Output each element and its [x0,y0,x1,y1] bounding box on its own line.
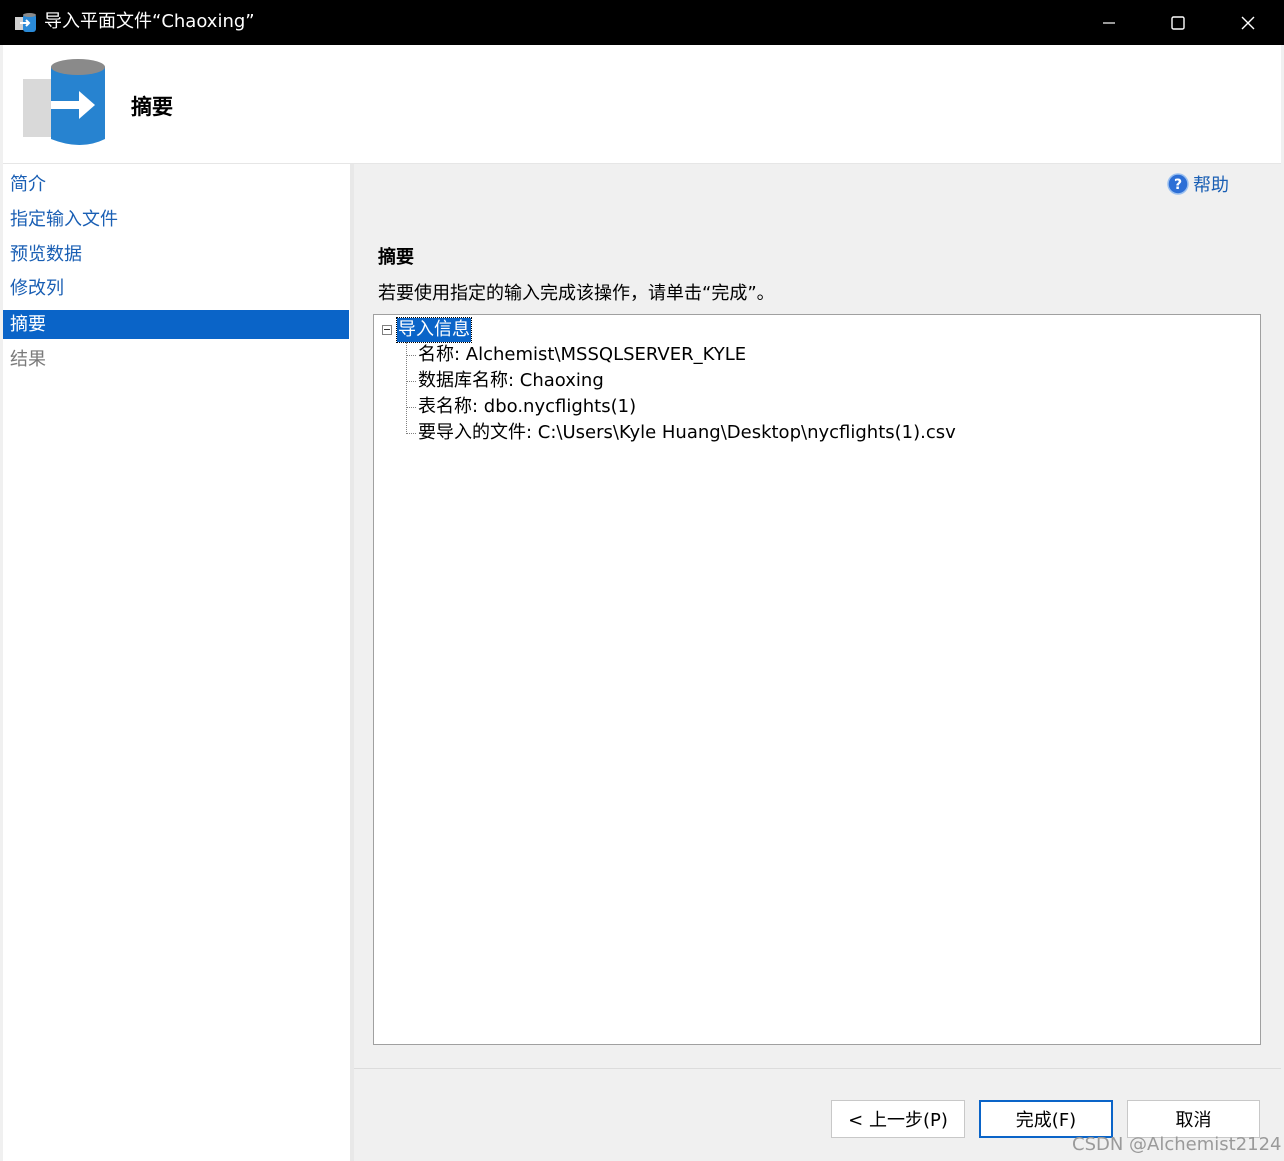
nav-item-modify-columns[interactable]: 修改列 [3,274,349,303]
maximize-icon [1171,15,1185,30]
minimize-icon [1103,21,1115,24]
nav-item-results: 结果 [10,349,46,370]
banner-title: 摘要 [131,95,173,119]
wizard-nav: 简介 指定输入文件 预览数据 修改列 摘要 结果 [3,164,350,1161]
database-import-icon [23,59,105,145]
close-button[interactable] [1213,0,1283,45]
close-icon [1241,16,1255,29]
window-title: 导入平面文件“Chaoxing” [44,11,255,32]
back-button[interactable]: < 上一步(P) [831,1100,965,1138]
nav-item-specify-input-file[interactable]: 指定输入文件 [3,205,349,234]
summary-tree[interactable]: 导入信息 名称: Alchemist\MSSQLSERVER_KYLE 数据库名… [373,314,1261,1045]
import-flat-file-window: 导入平面文件“Chaoxing” 摘要 简介 指定输入文件 预览数据 修改列 摘… [0,0,1284,1161]
watermark: CSDN @Alchemist2124 [1072,1134,1282,1155]
tree-root-import-info[interactable]: 导入信息 [396,317,472,343]
svg-text:?: ? [1174,177,1182,193]
footer-divider [354,1068,1281,1069]
section-title: 摘要 [378,247,414,268]
minimize-button[interactable] [1074,0,1144,45]
tree-item-database-name[interactable]: 数据库名称: Chaoxing [418,369,604,393]
tree-connector [406,433,416,434]
nav-item-summary[interactable]: 摘要 [3,310,349,339]
app-icon [15,13,36,32]
help-link[interactable]: ? 帮助 [1167,172,1229,196]
section-description: 若要使用指定的输入完成该操作，请单击“完成”。 [378,283,775,304]
tree-item-server-name[interactable]: 名称: Alchemist\MSSQLSERVER_KYLE [418,343,746,367]
help-label: 帮助 [1193,175,1229,196]
tree-item-table-name[interactable]: 表名称: dbo.nycflights(1) [418,395,636,419]
collapse-toggle-icon[interactable] [382,325,392,335]
finish-button[interactable]: 完成(F) [979,1100,1113,1138]
cancel-button[interactable]: 取消 [1127,1100,1260,1138]
tree-connector [406,381,416,382]
content-pane: ? 帮助 摘要 若要使用指定的输入完成该操作，请单击“完成”。 导入信息 名称:… [354,164,1281,1161]
tree-connector [406,407,416,408]
nav-item-intro[interactable]: 简介 [3,170,349,199]
tree-item-import-file[interactable]: 要导入的文件: C:\Users\Kyle Huang\Desktop\nycf… [418,421,956,445]
tree-connector [406,355,416,356]
help-icon: ? [1167,173,1189,195]
header-banner: 摘要 [3,45,1281,164]
maximize-button[interactable] [1143,0,1213,45]
title-bar: 导入平面文件“Chaoxing” [0,0,1284,45]
nav-item-preview-data[interactable]: 预览数据 [3,240,349,269]
